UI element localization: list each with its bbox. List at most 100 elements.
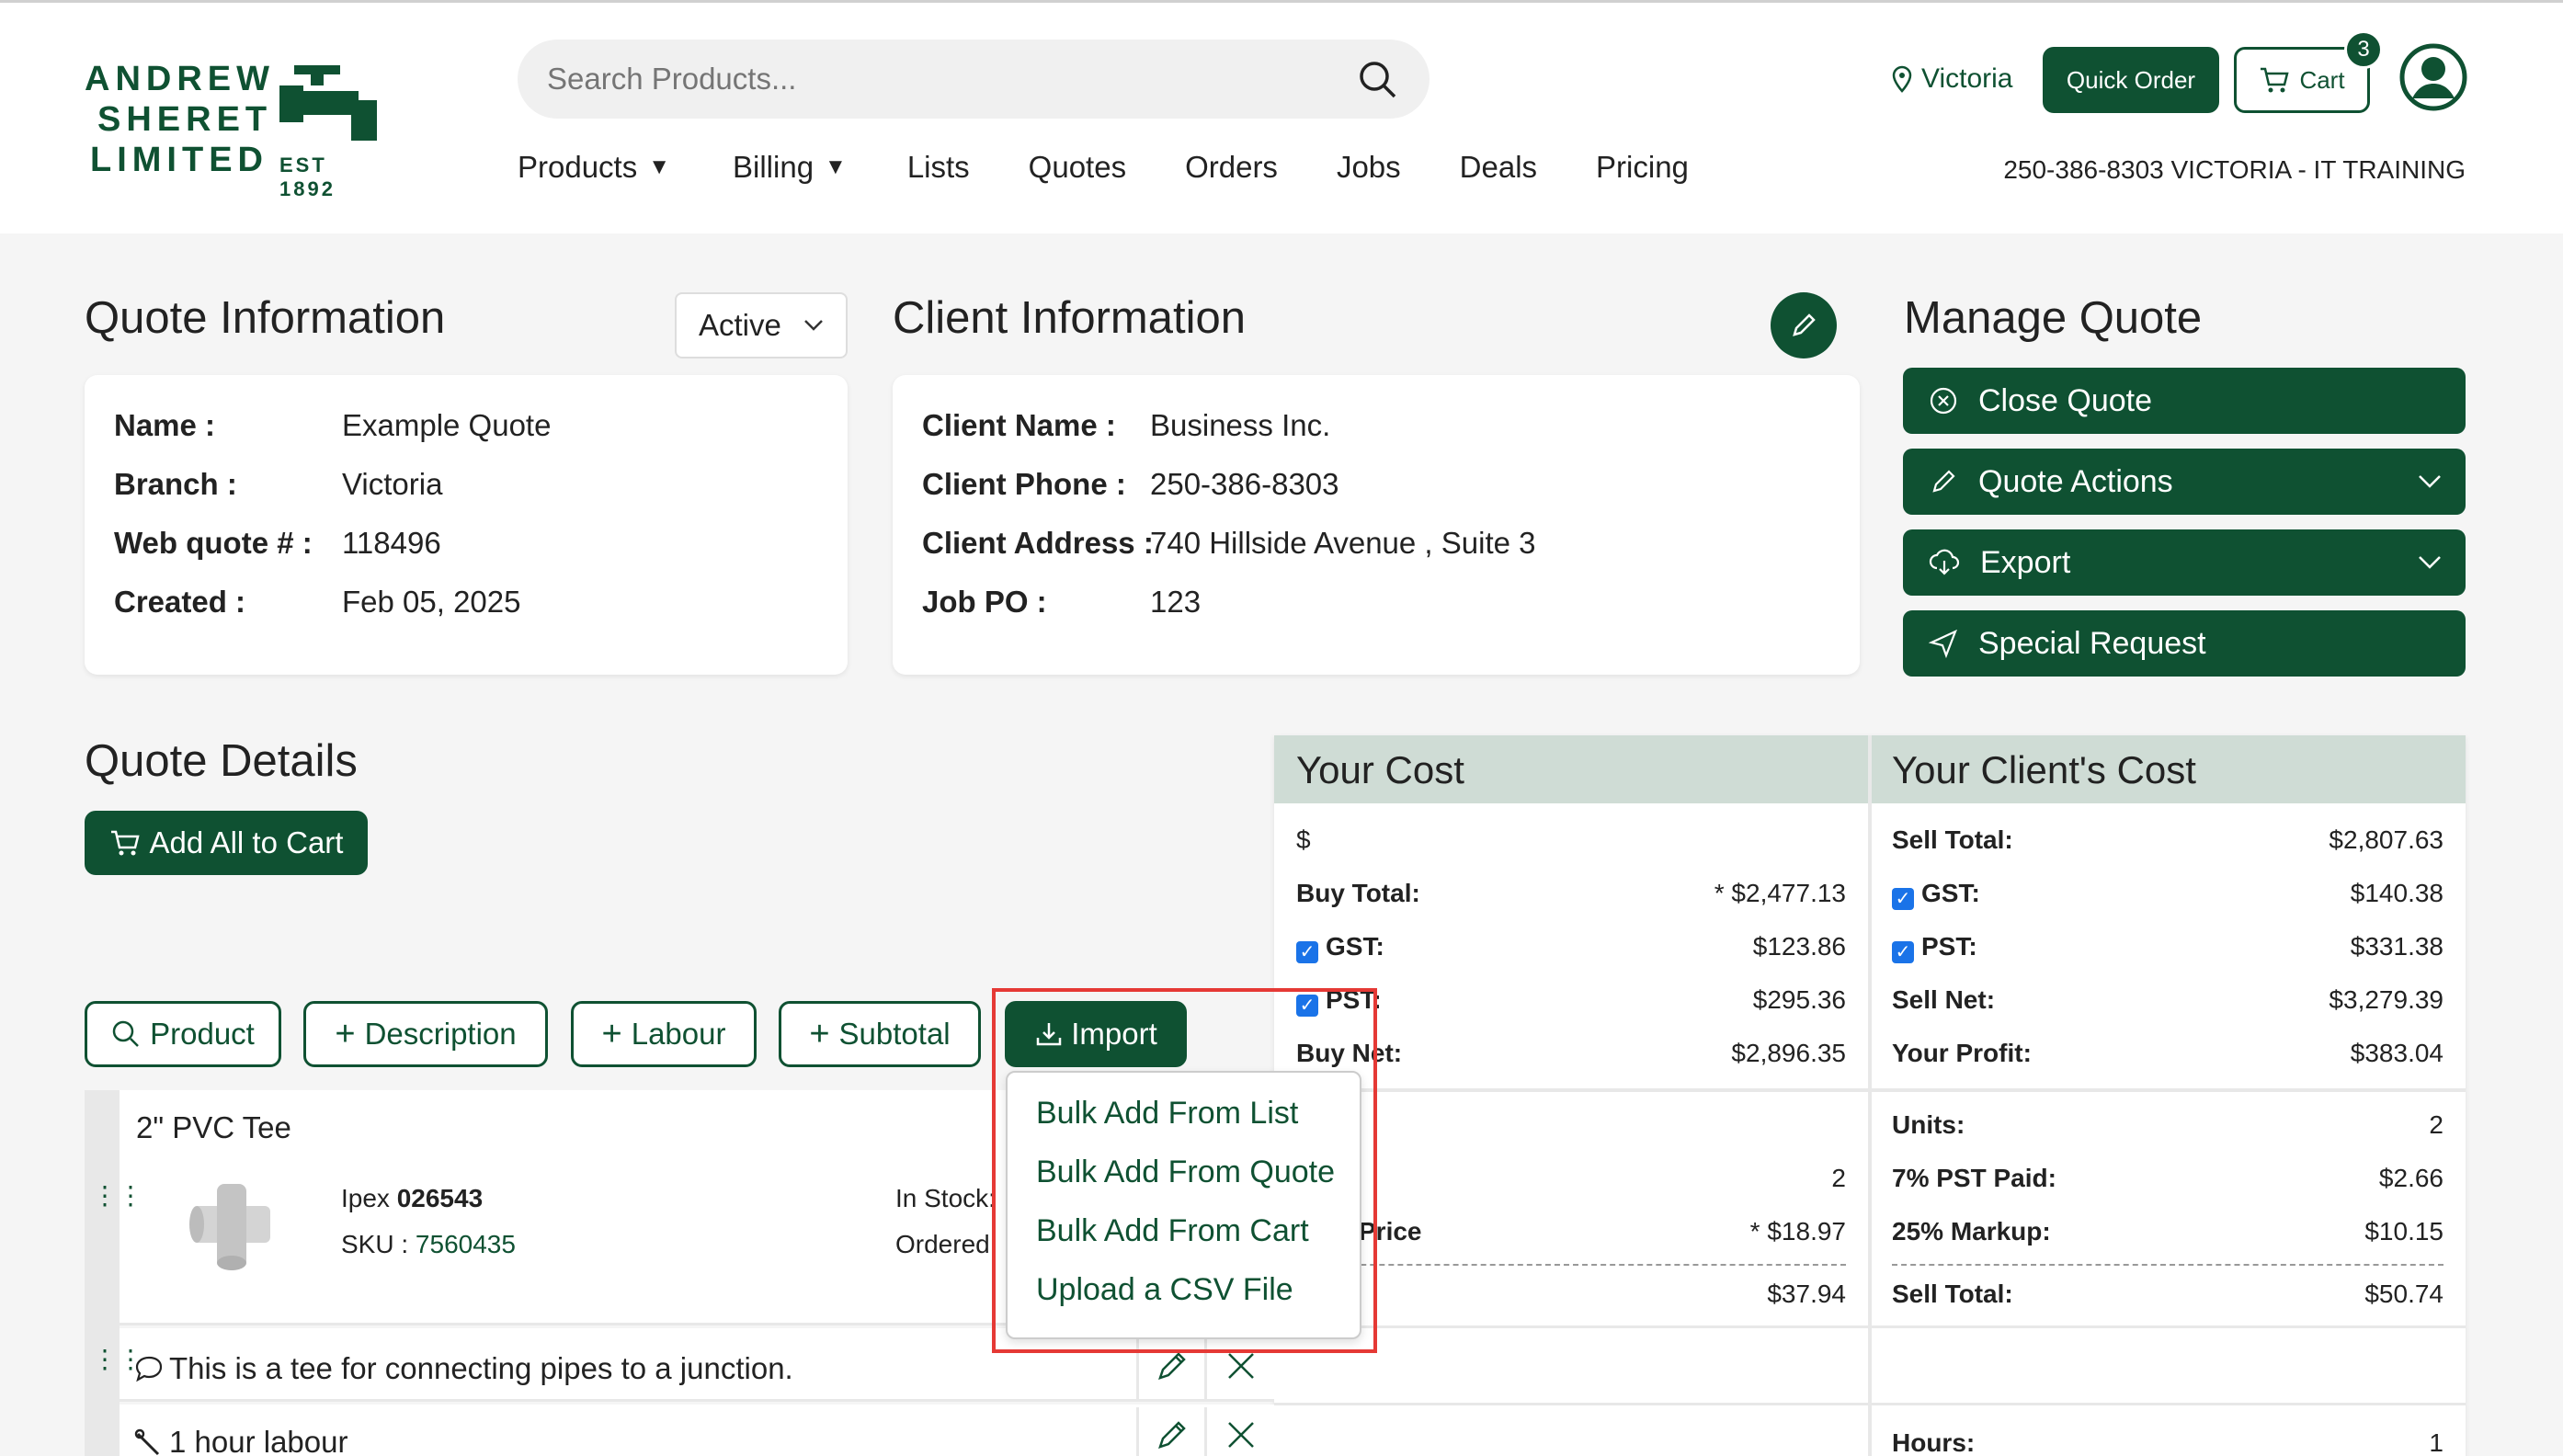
item-total-value: $37.94 [1767, 1280, 1846, 1308]
edit-button[interactable] [1136, 1407, 1204, 1456]
close-quote-label: Close Quote [1978, 382, 2152, 418]
plus-icon: + [601, 1015, 622, 1053]
status-select[interactable]: Active [675, 292, 848, 358]
part-number: 026543 [396, 1184, 484, 1212]
markup-row: 25% Markup: $10.15 [1892, 1217, 2443, 1246]
add-subtotal-button[interactable]: + Subtotal [779, 1001, 981, 1067]
field-value: Business Inc. [1150, 408, 1331, 442]
nav-products[interactable]: Products ▼ [518, 150, 670, 185]
nav-pricing[interactable]: Pricing [1596, 150, 1689, 185]
quick-order-button[interactable]: Quick Order [2043, 47, 2219, 113]
nav-billing[interactable]: Billing ▼ [733, 150, 847, 185]
quote-info-title: Quote Information [85, 293, 446, 343]
location-link[interactable]: Victoria [1892, 63, 2013, 95]
field-value: Victoria [342, 467, 443, 501]
labour-text: 1 hour labour [169, 1425, 348, 1456]
nav-products-label: Products [518, 150, 638, 184]
nav-deals[interactable]: Deals [1460, 150, 1537, 185]
item-price-value: * $18.97 [1749, 1217, 1846, 1246]
export-button[interactable]: Export [1903, 529, 2466, 596]
delete-button[interactable] [1204, 1407, 1274, 1456]
client-pst-checkbox[interactable]: ✓ [1892, 941, 1914, 963]
edit-client-button[interactable] [1771, 292, 1837, 358]
main-nav: Products ▼ Billing ▼ Lists Quotes Orders J… [518, 150, 1689, 185]
close-circle-icon [1930, 387, 1957, 415]
search-input[interactable] [547, 56, 1338, 102]
hours-row: Hours: 1 [1892, 1428, 2443, 1456]
add-description-button[interactable]: + Description [303, 1001, 548, 1067]
pencil-icon [1793, 313, 1816, 336]
wrench-icon [134, 1428, 160, 1456]
search-icon[interactable] [1358, 60, 1398, 100]
sell-net-label: Sell Net: [1892, 985, 1996, 1014]
row-divider [1274, 1325, 2466, 1328]
currency-symbol: $ [1296, 825, 1311, 854]
buy-total-value: * $2,477.13 [1714, 879, 1846, 907]
special-request-button[interactable]: Special Request [1903, 610, 2466, 677]
logo-line-1: ANDREW [85, 60, 275, 98]
quote-actions-label: Quote Actions [1978, 463, 2173, 499]
cart-label: Cart [2299, 65, 2345, 94]
search-bar[interactable] [518, 40, 1430, 119]
logo-est: EST 1892 [279, 154, 336, 200]
field-value: 118496 [342, 526, 441, 560]
field-label: Job PO : [922, 585, 1047, 619]
gst-row: ✓ GST: $123.86 [1296, 932, 1846, 963]
markup-value: $10.15 [2364, 1217, 2443, 1246]
client-pst-label: PST: [1921, 932, 1977, 961]
send-icon [1929, 629, 1957, 658]
field-value: 250-386-8303 [1150, 467, 1339, 501]
add-product-button[interactable]: Product [85, 1001, 281, 1067]
field-label: Client Address : [922, 526, 1154, 560]
item-sell-total-row: Sell Total: $50.74 [1892, 1280, 2443, 1309]
drag-handle-icon[interactable]: ⋮⋮ [92, 1183, 143, 1209]
sell-total-row: Sell Total: $2,807.63 [1892, 825, 2443, 855]
client-gst-label: GST: [1921, 879, 1980, 907]
dashed-divider [1296, 1264, 1846, 1266]
buy-net-value: $2,896.35 [1731, 1039, 1846, 1067]
nav-quotes[interactable]: Quotes [1029, 150, 1126, 185]
quote-actions-button[interactable]: Quote Actions [1903, 449, 2466, 515]
add-all-label: Add All to Cart [149, 825, 344, 859]
column-divider [1868, 735, 1872, 1456]
search-icon [112, 1020, 140, 1047]
in-stock-label: In Stock: [895, 1184, 996, 1212]
client-gst-checkbox[interactable]: ✓ [1892, 888, 1914, 910]
plus-icon: + [335, 1015, 356, 1053]
add-all-to-cart-button[interactable]: Add All to Cart [85, 811, 368, 875]
cart-count-badge: 3 [2344, 30, 2383, 69]
cloud-download-icon [1929, 549, 1960, 575]
quote-details-title: Quote Details [85, 736, 358, 786]
buy-total-label: Buy Total: [1296, 879, 1420, 907]
your-cost-title: Your Cost [1296, 748, 1464, 791]
nav-jobs[interactable]: Jobs [1337, 150, 1401, 185]
user-avatar-icon[interactable] [2399, 43, 2467, 111]
client-pst-value: $331.38 [2350, 932, 2443, 961]
sell-net-value: $3,279.39 [2329, 985, 2443, 1014]
cart-icon [2261, 67, 2290, 93]
sku-link[interactable]: 7560435 [416, 1230, 516, 1258]
description-row: This is a tee for connecting pipes to a … [134, 1351, 793, 1386]
close-quote-button[interactable]: Close Quote [1903, 368, 2466, 434]
logo[interactable]: ANDREW SHERET LIMITED EST 1892 [85, 60, 388, 200]
markup-label: 25% Markup: [1892, 1217, 2051, 1246]
product-name: 2" PVC Tee [136, 1110, 291, 1144]
pencil-icon [1932, 470, 1955, 493]
manage-quote-title: Manage Quote [1904, 293, 2203, 343]
ordered-label: Ordered [895, 1230, 990, 1258]
field-label: Created : [114, 585, 246, 619]
description-text: This is a tee for connecting pipes to a … [169, 1351, 793, 1385]
add-labour-button[interactable]: + Labour [571, 1001, 757, 1067]
item-sell-total-label: Sell Total: [1892, 1280, 2013, 1308]
gst-checkbox[interactable]: ✓ [1296, 941, 1318, 963]
gst-value: $123.86 [1752, 932, 1846, 961]
sell-net-row: Sell Net: $3,279.39 [1892, 985, 2443, 1015]
nav-orders[interactable]: Orders [1185, 150, 1278, 185]
logo-line-2: SHERET [97, 100, 273, 139]
cart-count: 3 [2357, 37, 2370, 62]
field-label: Branch : [114, 467, 237, 501]
units-row: Units: 2 [1892, 1110, 2443, 1140]
nav-lists[interactable]: Lists [907, 150, 970, 185]
sku-label: SKU : [341, 1230, 409, 1258]
client-gst-value: $140.38 [2350, 879, 2443, 907]
